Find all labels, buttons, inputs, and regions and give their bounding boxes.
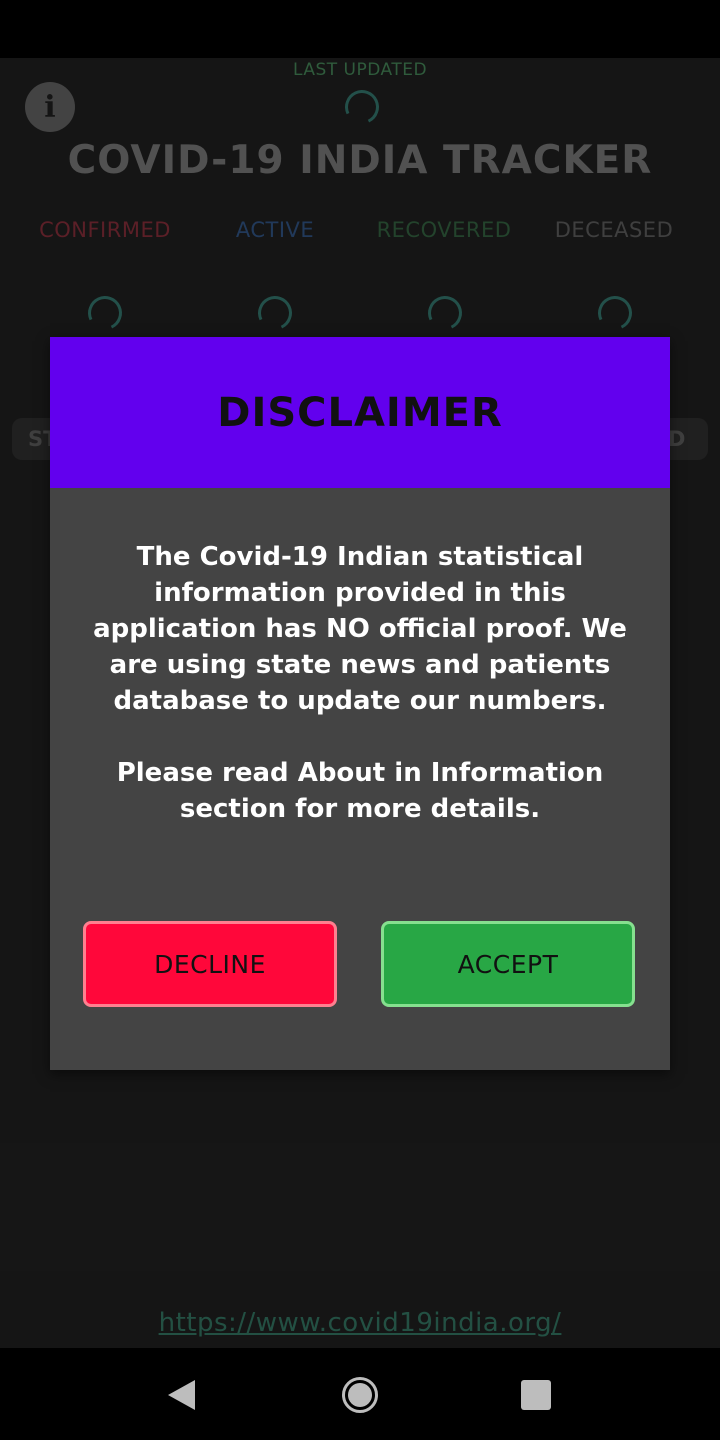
- recents-icon[interactable]: [521, 1380, 551, 1410]
- back-icon[interactable]: [168, 1380, 195, 1410]
- dialog-body: The Covid-19 Indian statistical informat…: [70, 539, 650, 827]
- status-bar: [0, 0, 720, 58]
- dialog-title: DISCLAIMER: [217, 389, 503, 436]
- dialog-header: DISCLAIMER: [50, 337, 670, 488]
- screen: i LAST UPDATED COVID-19 INDIA TRACKER CO…: [0, 0, 720, 1440]
- navigation-bar: [0, 1348, 720, 1440]
- home-icon-inner: [348, 1383, 372, 1407]
- disclaimer-dialog: DISCLAIMER The Covid-19 Indian statistic…: [50, 337, 670, 1070]
- info-hint-text: Please read About in Information section…: [116, 758, 604, 824]
- home-icon[interactable]: [342, 1377, 378, 1413]
- disclaimer-text: The Covid-19 Indian statistical informat…: [93, 542, 627, 716]
- decline-button[interactable]: DECLINE: [83, 921, 337, 1007]
- accept-button[interactable]: ACCEPT: [381, 921, 635, 1007]
